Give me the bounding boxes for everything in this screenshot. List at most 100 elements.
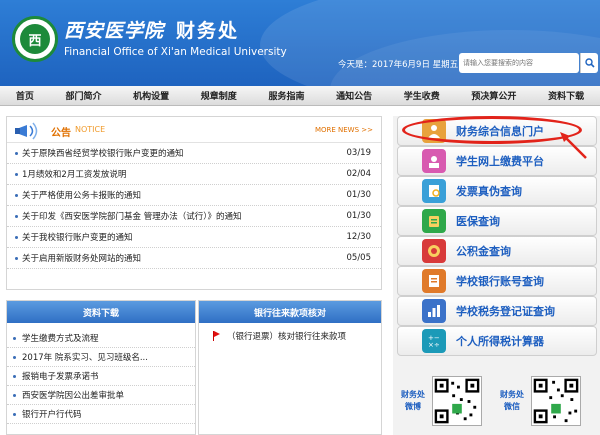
service-finance-portal-button[interactable]: 财务综合信息门户 bbox=[397, 116, 597, 146]
wechat-qr-block: 财务处微信 bbox=[497, 376, 581, 426]
weibo-qr-code-icon[interactable] bbox=[432, 376, 482, 426]
weibo-label: 财务处微博 bbox=[401, 390, 425, 411]
bullet-icon bbox=[15, 214, 18, 218]
bullet-icon bbox=[15, 235, 18, 239]
wechat-qr-code-icon[interactable] bbox=[531, 376, 581, 426]
nav-item-announcements[interactable]: 通知公告 bbox=[336, 89, 372, 102]
downloads-list: 学生缴费方式及流程 2017年 院系实习、见习班级名... 报销电子发票承诺书 … bbox=[7, 323, 195, 424]
wechat-label: 财务处微信 bbox=[500, 390, 524, 411]
notice-item[interactable]: 关于原陕西省经贸学校银行账户变更的通知 03/19 bbox=[7, 143, 381, 164]
download-item[interactable]: 2017年 院系实习、见习班级名... bbox=[7, 348, 195, 367]
university-name: 西安医学院 bbox=[64, 20, 165, 42]
download-item-title[interactable]: 2017年 院系实习、见习班级名... bbox=[22, 351, 148, 363]
nav-item-budget[interactable]: 预决算公开 bbox=[471, 89, 516, 102]
service-label: 发票真伪查询 bbox=[456, 185, 522, 198]
notice-item-date: 02/04 bbox=[346, 169, 372, 179]
download-item[interactable]: 学生缴费方式及流程 bbox=[7, 329, 195, 348]
notice-list: 关于原陕西省经贸学校银行账户变更的通知 03/19 1月绩效和2月工资发放说明 … bbox=[7, 143, 381, 269]
download-item[interactable]: 银行开户行代码 bbox=[7, 405, 195, 424]
main-nav: 首页 部门简介 机构设置 规章制度 服务指南 通知公告 学生收费 预决算公开 资… bbox=[0, 86, 600, 106]
download-item-title[interactable]: 银行开户行代码 bbox=[22, 408, 82, 420]
bullet-icon bbox=[15, 256, 18, 260]
downloads-title[interactable]: 资料下载 bbox=[7, 301, 195, 323]
flag-icon bbox=[213, 330, 221, 341]
bank-reconciliation-panel: 银行往来款项核对 （银行退票）核对银行往来款项 bbox=[198, 300, 382, 435]
bank-account-icon bbox=[422, 269, 446, 293]
notice-item[interactable]: 1月绩效和2月工资发放说明 02/04 bbox=[7, 164, 381, 185]
service-label: 财务综合信息门户 bbox=[456, 125, 544, 138]
notice-item-title[interactable]: 关于原陕西省经贸学校银行账户变更的通知 bbox=[22, 147, 347, 159]
bank-reconciliation-title[interactable]: 银行往来款项核对 bbox=[199, 301, 381, 323]
bullet-icon bbox=[13, 412, 16, 416]
notice-item[interactable]: 关于严格使用公务卡报账的通知 01/30 bbox=[7, 185, 381, 206]
notice-item-date: 05/05 bbox=[346, 253, 372, 263]
nav-item-service-guide[interactable]: 服务指南 bbox=[268, 89, 304, 102]
download-item[interactable]: 报销电子发票承诺书 bbox=[7, 367, 195, 386]
nav-item-home[interactable]: 首页 bbox=[16, 89, 34, 102]
notice-item[interactable]: 关于启用新版财务处网站的通知 05/05 bbox=[7, 248, 381, 269]
service-label: 医保查询 bbox=[456, 215, 500, 228]
service-student-payment-button[interactable]: 学生网上缴费平台 bbox=[397, 146, 597, 176]
download-item[interactable]: 西安医学院因公出差审批单 bbox=[7, 386, 195, 405]
search-icon bbox=[584, 58, 595, 68]
bank-item[interactable]: （银行退票）核对银行往来款项 bbox=[199, 323, 381, 342]
invoice-check-icon bbox=[422, 179, 446, 203]
bullet-icon bbox=[15, 172, 18, 176]
user-portal-icon bbox=[422, 119, 446, 143]
download-item-title[interactable]: 报销电子发票承诺书 bbox=[22, 370, 99, 382]
notice-item-date: 01/30 bbox=[346, 190, 372, 200]
notice-item-date: 03/19 bbox=[346, 148, 372, 158]
housing-fund-icon bbox=[422, 239, 446, 263]
svg-text:×÷: ×÷ bbox=[428, 341, 440, 349]
notice-item-title[interactable]: 关于我校银行账户变更的通知 bbox=[22, 231, 347, 243]
notice-item[interactable]: 关于我校银行账户变更的通知 12/30 bbox=[7, 227, 381, 248]
nav-item-regulations[interactable]: 规章制度 bbox=[201, 89, 237, 102]
service-tax-calculator-button[interactable]: +− ×÷ 个人所得税计算器 bbox=[397, 326, 597, 356]
tax-certificate-icon bbox=[422, 299, 446, 323]
notice-item-title[interactable]: 关于启用新版财务处网站的通知 bbox=[22, 252, 347, 264]
bullet-icon bbox=[13, 393, 16, 397]
office-name: 财务处 bbox=[176, 20, 240, 42]
notice-panel: 公告 NOTICE MORE NEWS >> 关于原陕西省经贸学校银行账户变更的… bbox=[6, 116, 382, 290]
download-item-title[interactable]: 西安医学院因公出差审批单 bbox=[22, 389, 124, 401]
notice-item-title[interactable]: 关于印发《西安医学院部门基金 管理办法（试行）》的通知 bbox=[22, 210, 347, 222]
megaphone-icon bbox=[15, 122, 38, 140]
search-input[interactable] bbox=[463, 59, 559, 67]
student-payment-icon bbox=[422, 149, 446, 173]
download-item-title[interactable]: 学生缴费方式及流程 bbox=[22, 332, 99, 344]
notice-item-title[interactable]: 1月绩效和2月工资发放说明 bbox=[22, 168, 347, 180]
downloads-panel: 资料下载 学生缴费方式及流程 2017年 院系实习、见习班级名... 报销电子发… bbox=[6, 300, 196, 435]
medical-insurance-icon bbox=[422, 209, 446, 233]
university-logo[interactable]: 西 bbox=[12, 16, 58, 62]
search-button[interactable] bbox=[580, 53, 598, 73]
office-name-english: Financial Office of Xi'an Medical Univer… bbox=[64, 46, 287, 58]
service-label: 学生网上缴费平台 bbox=[456, 155, 544, 168]
nav-item-downloads[interactable]: 资料下载 bbox=[548, 89, 584, 102]
bullet-icon bbox=[13, 336, 16, 340]
more-news-link[interactable]: MORE NEWS >> bbox=[315, 126, 373, 134]
service-medical-insurance-button[interactable]: 医保查询 bbox=[397, 206, 597, 236]
notice-title: 公告 bbox=[51, 128, 71, 139]
notice-item-date: 12/30 bbox=[346, 232, 372, 242]
bullet-icon bbox=[13, 355, 16, 359]
service-tax-certificate-button[interactable]: 学校税务登记证查询 bbox=[397, 296, 597, 326]
notice-header: 公告 NOTICE MORE NEWS >> bbox=[7, 117, 381, 143]
current-date: 今天是：2017年6月9日 星期五 bbox=[338, 60, 459, 70]
site-header: 西 西安医学院 财务处 Financial Office of Xi'an Me… bbox=[0, 0, 600, 86]
logo-mark: 西 bbox=[20, 24, 50, 54]
service-invoice-check-button[interactable]: 发票真伪查询 bbox=[397, 176, 597, 206]
nav-item-about[interactable]: 部门简介 bbox=[65, 89, 101, 102]
weibo-qr-block: 财务处微博 bbox=[398, 376, 482, 426]
calculator-icon: +− ×÷ bbox=[422, 329, 446, 353]
service-label: 学校银行账号查询 bbox=[456, 275, 544, 288]
notice-item[interactable]: 关于印发《西安医学院部门基金 管理办法（试行）》的通知 01/30 bbox=[7, 206, 381, 227]
bullet-icon bbox=[15, 193, 18, 197]
nav-item-organization[interactable]: 机构设置 bbox=[133, 89, 169, 102]
notice-item-title[interactable]: 关于严格使用公务卡报账的通知 bbox=[22, 189, 347, 201]
service-bank-account-button[interactable]: 学校银行账号查询 bbox=[397, 266, 597, 296]
bullet-icon bbox=[15, 151, 18, 155]
service-housing-fund-button[interactable]: 公积金查询 bbox=[397, 236, 597, 266]
nav-item-student-fees[interactable]: 学生收费 bbox=[404, 89, 440, 102]
bank-item-title[interactable]: （银行退票）核对银行往来款项 bbox=[227, 330, 346, 342]
search-box bbox=[459, 53, 579, 73]
